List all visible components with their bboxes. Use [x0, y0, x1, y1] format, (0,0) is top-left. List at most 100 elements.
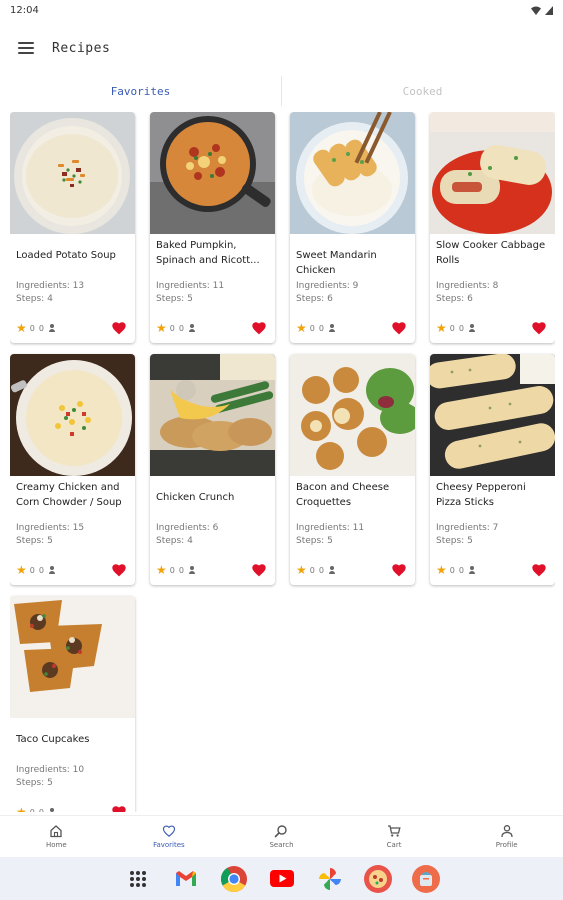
status-bar: 12:04: [0, 0, 563, 20]
recipe-card[interactable]: Bacon and Cheese Croquettes Ingredients: …: [290, 354, 415, 585]
star-icon[interactable]: ★: [156, 322, 167, 334]
rating-count: 0: [169, 565, 175, 575]
chrome-icon[interactable]: [220, 865, 248, 893]
nav-label: Search: [269, 841, 294, 849]
tab-favorites[interactable]: Favorites: [0, 76, 281, 106]
heart-icon[interactable]: [251, 321, 267, 335]
star-icon[interactable]: ★: [156, 564, 167, 576]
rating-count: 0: [309, 565, 315, 575]
recipe-title: Cheesy Pepperoni Pizza Sticks: [436, 482, 526, 508]
star-icon[interactable]: ★: [16, 564, 27, 576]
star-icon[interactable]: ★: [296, 322, 307, 334]
recipe-ingredients: Ingredients: 8: [436, 281, 499, 291]
recipe-card[interactable]: Creamy Chicken and Corn Chowder / Soup In…: [10, 354, 135, 585]
person-icon: [48, 566, 56, 574]
star-icon[interactable]: ★: [436, 564, 447, 576]
wifi-icon: [531, 6, 541, 15]
person-icon: [48, 808, 56, 812]
recipe-ingredients: Ingredients: 6: [156, 523, 219, 533]
rating-count: 0: [29, 323, 35, 333]
person-icon: [48, 324, 56, 332]
recipe-footer: ★ 0 0: [156, 563, 267, 577]
star-icon[interactable]: ★: [436, 322, 447, 334]
recipe-card[interactable]: Baked Pumpkin, Spinach and Ricott... Ingr…: [150, 112, 275, 343]
rating-count: 0: [29, 807, 35, 813]
recipe-ingredients: Ingredients: 9: [296, 281, 359, 291]
heart-icon[interactable]: [391, 321, 407, 335]
person-icon: [468, 324, 476, 332]
nav-cart[interactable]: Cart: [338, 816, 451, 857]
bottom-navigation: Home Favorites Search Cart Profile: [0, 815, 563, 857]
person-icon: [328, 324, 336, 332]
cart-icon: [387, 824, 401, 838]
apps-grid-icon[interactable]: [124, 865, 152, 893]
recipe-ingredients: Ingredients: 10: [16, 765, 85, 775]
recipe-image: [10, 354, 135, 476]
recipe-steps: Steps: 6: [296, 294, 333, 304]
person-icon: [468, 566, 476, 574]
recipe-footer: ★ 0 0: [436, 563, 547, 577]
recipe-app-icon[interactable]: [411, 864, 440, 893]
rating-count: 0: [29, 565, 35, 575]
recipe-footer: ★ 0 0: [16, 805, 127, 812]
recipe-grid: Loaded Potato Soup Ingredients: 13 Steps: …: [10, 112, 555, 812]
recipe-footer: ★ 0 0: [16, 321, 127, 335]
recipe-card[interactable]: Slow Cooker Cabbage Rolls Ingredients: 8 S…: [430, 112, 555, 343]
nav-label: Cart: [386, 841, 402, 849]
recipe-meta: Ingredients: 10 Steps: 5: [16, 764, 84, 790]
heart-outline-icon: [162, 824, 176, 838]
home-icon: [49, 824, 63, 838]
heart-icon[interactable]: [531, 321, 547, 335]
recipe-card[interactable]: Cheesy Pepperoni Pizza Sticks Ingredients…: [430, 354, 555, 585]
cook-count: 0: [318, 323, 324, 333]
person-icon: [328, 566, 336, 574]
recipe-image: [290, 354, 415, 476]
heart-icon[interactable]: [391, 563, 407, 577]
recipe-title: Taco Cupcakes: [16, 734, 90, 745]
recipe-image: [150, 354, 275, 476]
star-icon[interactable]: ★: [296, 564, 307, 576]
gmail-icon[interactable]: [172, 865, 200, 893]
recipe-steps: Steps: 5: [296, 536, 333, 546]
star-icon[interactable]: ★: [16, 322, 27, 334]
recipe-card[interactable]: Sweet Mandarin Chicken Ingredients: 9 Step…: [290, 112, 415, 343]
heart-icon[interactable]: [531, 563, 547, 577]
heart-icon[interactable]: [251, 563, 267, 577]
recipe-meta: Ingredients: 13 Steps: 4: [16, 280, 84, 306]
pizza-app-icon[interactable]: [363, 864, 392, 893]
recipe-card[interactable]: Loaded Potato Soup Ingredients: 13 Steps: …: [10, 112, 135, 343]
recipe-meta: Ingredients: 11 Steps: 5: [156, 280, 224, 306]
heart-icon[interactable]: [111, 563, 127, 577]
hamburger-menu-icon[interactable]: [18, 42, 34, 54]
search-icon: [274, 824, 288, 838]
recipe-ingredients: Ingredients: 7: [436, 523, 499, 533]
nav-search[interactable]: Search: [225, 816, 338, 857]
rating-count: 0: [449, 565, 455, 575]
star-icon[interactable]: ★: [16, 806, 27, 812]
heart-icon[interactable]: [111, 321, 127, 335]
recipe-ingredients: Ingredients: 11: [296, 523, 365, 533]
nav-profile[interactable]: Profile: [450, 816, 563, 857]
nav-favorites[interactable]: Favorites: [113, 816, 226, 857]
recipe-meta: Ingredients: 8 Steps: 6: [436, 280, 498, 306]
recipe-image: [430, 112, 555, 234]
recipe-footer: ★ 0 0: [296, 563, 407, 577]
nav-label: Profile: [495, 841, 518, 849]
heart-icon[interactable]: [111, 805, 127, 812]
tab-bar: Favorites Cooked: [0, 76, 563, 106]
recipe-ingredients: Ingredients: 15: [16, 523, 85, 533]
recipe-steps: Steps: 6: [436, 294, 473, 304]
recipe-card[interactable]: Chicken Crunch Ingredients: 6 Steps: 4 ★ 0 0: [150, 354, 275, 585]
recipe-title: Chicken Crunch: [156, 492, 235, 503]
recipe-title: Baked Pumpkin, Spinach and Ricott...: [156, 240, 260, 266]
youtube-icon[interactable]: [268, 865, 296, 893]
nav-home[interactable]: Home: [0, 816, 113, 857]
photos-icon[interactable]: [316, 865, 344, 893]
recipe-card[interactable]: Taco Cupcakes Ingredients: 10 Steps: 5 ★ 0 0: [10, 596, 135, 812]
tab-cooked[interactable]: Cooked: [282, 76, 563, 106]
cook-count: 0: [38, 807, 44, 813]
recipe-steps: Steps: 5: [16, 536, 53, 546]
rating-count: 0: [309, 323, 315, 333]
recipe-footer: ★ 0 0: [436, 321, 547, 335]
profile-icon: [500, 824, 514, 838]
